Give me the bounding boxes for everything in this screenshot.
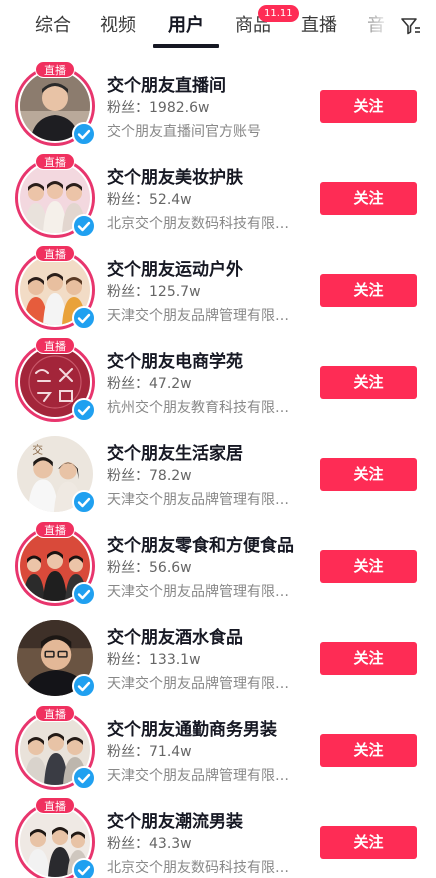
- avatar[interactable]: 直播: [15, 705, 96, 790]
- user-result-row[interactable]: 直播 交个朋友潮流男装 粉丝：43.3w 北京交个朋友数码科技有限… 关注: [0, 797, 436, 878]
- verified-check-icon: [72, 306, 96, 330]
- account-name[interactable]: 交个朋友电商学苑: [107, 347, 243, 372]
- live-tag: 直播: [35, 153, 75, 170]
- avatar[interactable]: 直播: [15, 521, 96, 606]
- live-tag: 直播: [35, 705, 75, 722]
- tab-overflow-fade: [368, 10, 396, 44]
- user-result-row[interactable]: 直播 交个朋友运动户外 粉丝：125.7w 天津交个朋友品牌管理有限… 关注: [0, 245, 436, 338]
- follow-button[interactable]: 关注: [320, 642, 417, 675]
- fans-count: 粉丝：133.1w: [107, 652, 201, 668]
- verified-check-icon: [72, 398, 96, 422]
- avatar[interactable]: 直播: [15, 797, 96, 878]
- follow-button[interactable]: 关注: [320, 550, 417, 583]
- user-result-row[interactable]: 直播 交个朋友直播间 粉丝：1982.6w 交个朋友直播间官方账号 关注: [0, 61, 436, 154]
- fans-count: 粉丝：71.4w: [107, 744, 192, 760]
- tab-users[interactable]: 用户: [168, 14, 204, 38]
- avatar[interactable]: 直播: [15, 153, 96, 238]
- fans-count: 粉丝：56.6w: [107, 560, 192, 576]
- live-tag: 直播: [35, 61, 75, 78]
- user-result-row[interactable]: 直播 交个朋友电商学苑 粉丝：47.2w 杭州交个朋友教育科技有限… 关注: [0, 337, 436, 430]
- search-tab-bar: 综合 视频 用户 商品 11.11 直播 音: [0, 0, 436, 52]
- fans-count: 粉丝：43.3w: [107, 836, 192, 852]
- account-name[interactable]: 交个朋友潮流男装: [107, 807, 243, 832]
- filter-icon[interactable]: [400, 16, 422, 36]
- account-description: 杭州交个朋友教育科技有限…: [107, 400, 289, 416]
- follow-button[interactable]: 关注: [320, 458, 417, 491]
- tab-live[interactable]: 直播: [301, 14, 337, 38]
- fans-count: 粉丝：1982.6w: [107, 100, 210, 116]
- avatar[interactable]: 交: [15, 434, 96, 514]
- svg-text:交: 交: [32, 442, 43, 456]
- account-name[interactable]: 交个朋友美妆护肤: [107, 163, 243, 188]
- verified-check-icon: [72, 582, 96, 606]
- verified-check-icon: [72, 214, 96, 238]
- user-result-row[interactable]: 直播 交个朋友美妆护肤 粉丝：52.4w 北京交个朋友数码科技有限… 关注: [0, 153, 436, 246]
- live-tag: 直播: [35, 521, 75, 538]
- account-description: 天津交个朋友品牌管理有限…: [107, 308, 289, 324]
- verified-check-icon: [72, 122, 96, 146]
- live-tag: 直播: [35, 797, 75, 814]
- avatar[interactable]: [15, 618, 96, 698]
- verified-check-icon: [72, 490, 96, 514]
- account-description: 北京交个朋友数码科技有限…: [107, 860, 289, 876]
- tab-products-badge: 11.11: [258, 5, 299, 22]
- account-description: 天津交个朋友品牌管理有限…: [107, 492, 289, 508]
- account-description: 天津交个朋友品牌管理有限…: [107, 768, 289, 784]
- avatar[interactable]: 直播: [15, 337, 96, 422]
- avatar[interactable]: 直播: [15, 61, 96, 146]
- verified-check-icon: [72, 858, 96, 878]
- user-result-list: 直播 交个朋友直播间 粉丝：1982.6w 交个朋友直播间官方账号 关注 直播: [0, 61, 436, 878]
- account-name[interactable]: 交个朋友酒水食品: [107, 623, 243, 648]
- follow-button[interactable]: 关注: [320, 734, 417, 767]
- account-description: 天津交个朋友品牌管理有限…: [107, 584, 289, 600]
- verified-check-icon: [72, 766, 96, 790]
- fans-count: 粉丝：125.7w: [107, 284, 201, 300]
- follow-button[interactable]: 关注: [320, 366, 417, 399]
- user-result-row[interactable]: 直播 交个朋友零食和方便食品 粉丝：56.6w 天津交个朋友品牌管理有限… 关注: [0, 521, 436, 614]
- follow-button[interactable]: 关注: [320, 90, 417, 123]
- account-name[interactable]: 交个朋友通勤商务男装: [107, 715, 277, 740]
- user-result-row[interactable]: 交 交个朋友生活家居 粉丝：78.2w 天津交个朋友品牌管理有限… 关注: [0, 430, 436, 522]
- account-description: 北京交个朋友数码科技有限…: [107, 216, 289, 232]
- account-name[interactable]: 交个朋友运动户外: [107, 255, 243, 280]
- follow-button[interactable]: 关注: [320, 274, 417, 307]
- follow-button[interactable]: 关注: [320, 826, 417, 859]
- account-name[interactable]: 交个朋友生活家居: [107, 439, 243, 464]
- live-tag: 直播: [35, 245, 75, 262]
- tab-all[interactable]: 综合: [35, 14, 71, 38]
- user-result-row[interactable]: 直播 交个朋友通勤商务男装 粉丝：71.4w 天津交个朋友品牌管理有限… 关注: [0, 705, 436, 798]
- fans-count: 粉丝：78.2w: [107, 468, 192, 484]
- active-tab-indicator: [153, 44, 219, 48]
- account-description: 交个朋友直播间官方账号: [107, 124, 261, 140]
- live-tag: 直播: [35, 337, 75, 354]
- user-result-row[interactable]: 交个朋友酒水食品 粉丝：133.1w 天津交个朋友品牌管理有限… 关注: [0, 614, 436, 706]
- account-name[interactable]: 交个朋友直播间: [107, 71, 226, 96]
- avatar[interactable]: 直播: [15, 245, 96, 330]
- fans-count: 粉丝：52.4w: [107, 192, 192, 208]
- follow-button[interactable]: 关注: [320, 182, 417, 215]
- account-name[interactable]: 交个朋友零食和方便食品: [107, 531, 294, 556]
- tab-videos[interactable]: 视频: [100, 14, 136, 38]
- fans-count: 粉丝：47.2w: [107, 376, 192, 392]
- account-description: 天津交个朋友品牌管理有限…: [107, 676, 289, 692]
- verified-check-icon: [72, 674, 96, 698]
